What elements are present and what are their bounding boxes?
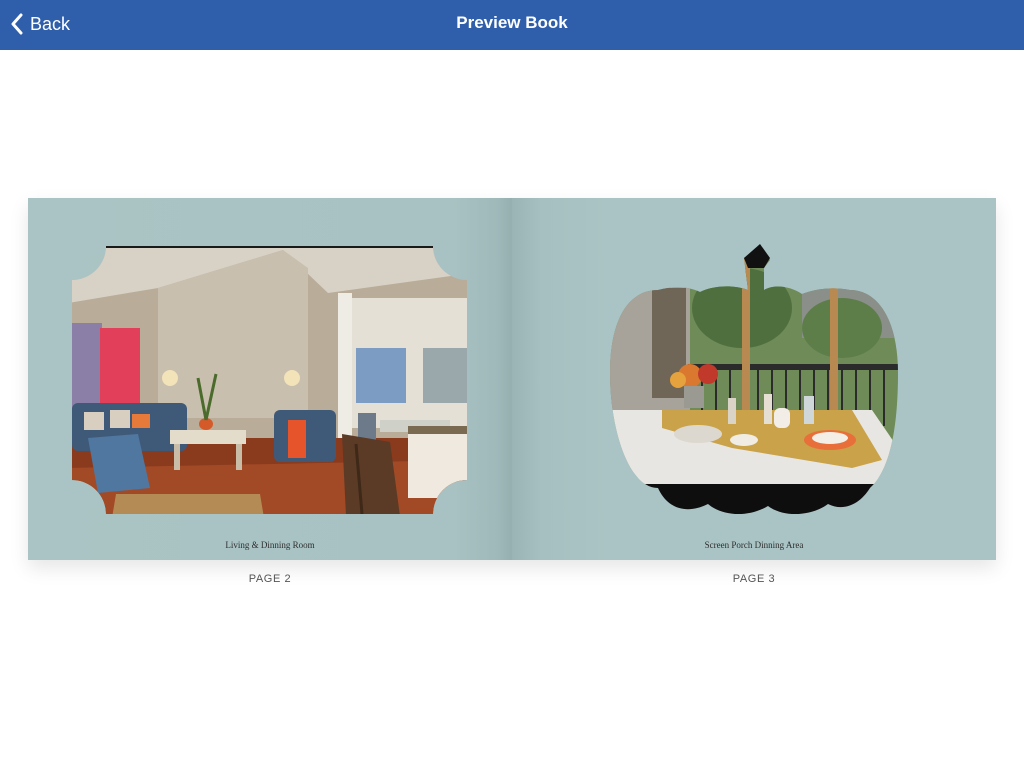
- page-caption: Screen Porch Dinning Area: [704, 540, 804, 550]
- porch-dining-photo[interactable]: [512, 198, 996, 560]
- page-number-label: PAGE 3: [732, 573, 776, 585]
- book-page-3[interactable]: Screen Porch Dinning Area: [512, 198, 996, 560]
- book-page-2[interactable]: Living & Dinning Room: [28, 198, 512, 560]
- page-number-label: PAGE 2: [248, 573, 292, 585]
- nav-bar: Back Preview Book: [0, 0, 1024, 50]
- page-title: Preview Book: [456, 13, 568, 32]
- book-spread: Living & Dinning Room Screen Porch Dinni…: [28, 198, 996, 560]
- living-room-photo[interactable]: [28, 198, 512, 560]
- page-caption: Living & Dinning Room: [225, 540, 315, 550]
